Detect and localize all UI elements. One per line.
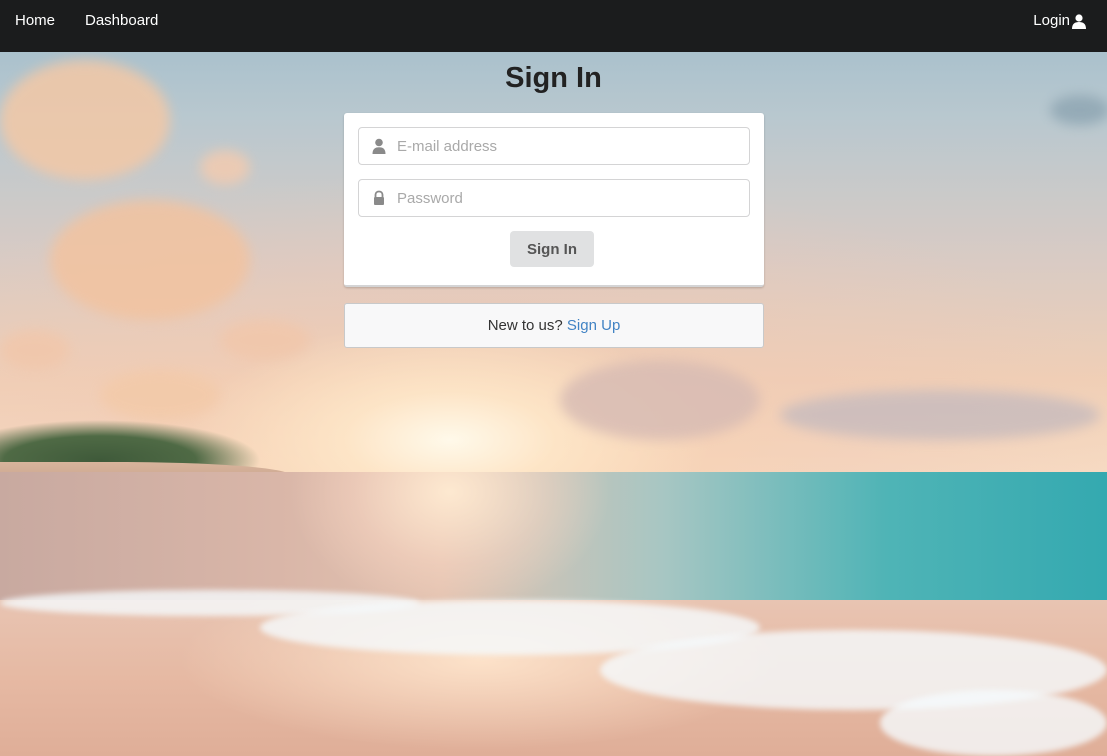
top-navbar: Home Dashboard Login <box>0 0 1107 52</box>
cloud <box>200 150 250 185</box>
user-icon <box>372 138 386 154</box>
lock-icon <box>374 190 384 205</box>
nav-dashboard-link[interactable]: Dashboard <box>85 0 158 42</box>
signup-link[interactable]: Sign Up <box>567 317 620 334</box>
signup-message: New to us? Sign Up <box>344 303 764 348</box>
password-input[interactable] <box>397 180 737 216</box>
nav-home-link[interactable]: Home <box>15 0 55 42</box>
user-icon <box>1072 13 1086 29</box>
signin-button[interactable]: Sign In <box>510 231 594 267</box>
cloud <box>50 200 250 320</box>
wave-foam <box>880 690 1107 756</box>
nav-login-link[interactable]: Login <box>1033 0 1087 42</box>
email-input[interactable] <box>397 128 737 164</box>
cloud <box>1050 95 1107 125</box>
nav-login-label: Login <box>1033 12 1070 29</box>
password-field <box>358 179 750 217</box>
cloud <box>780 390 1100 440</box>
signup-prompt: New to us? <box>487 317 567 334</box>
page-title: Sign In <box>505 62 602 94</box>
email-field <box>358 127 750 165</box>
cloud <box>0 330 70 370</box>
signin-form: Sign In <box>344 113 764 287</box>
cloud <box>560 360 760 440</box>
cloud <box>220 320 310 360</box>
